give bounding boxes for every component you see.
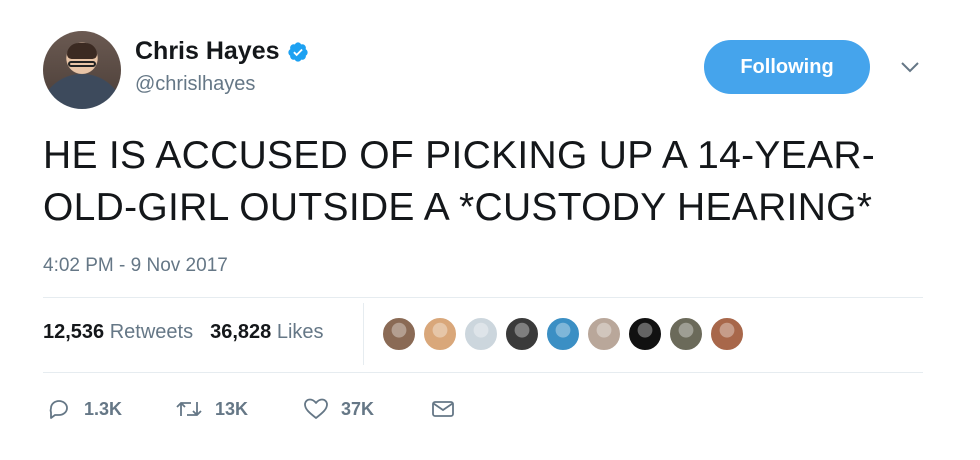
- likes-stat[interactable]: 36,828 Likes: [210, 321, 323, 344]
- chevron-down-icon[interactable]: [899, 59, 921, 75]
- liker-avatar[interactable]: [627, 316, 663, 352]
- liker-avatar[interactable]: [586, 316, 622, 352]
- author-name[interactable]: Chris Hayes: [135, 37, 280, 66]
- retweet-action[interactable]: 13K: [175, 398, 303, 420]
- retweet-count: 13K: [215, 398, 249, 419]
- liker-avatar[interactable]: [504, 316, 540, 352]
- stats-separator: [363, 303, 364, 365]
- liker-avatars: [381, 316, 745, 352]
- likes-label: Likes: [276, 321, 324, 343]
- liker-avatar[interactable]: [422, 316, 458, 352]
- retweets-count: 12,536: [43, 321, 105, 343]
- heart-icon: [304, 398, 328, 419]
- likes-count: 36,828: [210, 321, 272, 343]
- divider: [43, 372, 923, 373]
- like-action[interactable]: 37K: [303, 397, 431, 421]
- direct-message-action[interactable]: [431, 399, 455, 419]
- like-count: 37K: [341, 398, 375, 419]
- author-name-row[interactable]: Chris Hayes: [135, 37, 309, 66]
- liker-avatar[interactable]: [709, 316, 745, 352]
- reply-action[interactable]: 1.3K: [48, 397, 175, 421]
- liker-avatar[interactable]: [668, 316, 704, 352]
- retweets-label: Retweets: [109, 321, 194, 343]
- reply-icon: [49, 400, 68, 419]
- tweet-stats: 12,536 Retweets 36,828 Likes: [43, 321, 324, 344]
- tweet-text: HE IS ACCUSED OF PICKING UP A 14-YEAR- O…: [43, 130, 923, 234]
- verified-badge-icon: [287, 41, 308, 62]
- envelope-icon: [432, 401, 454, 417]
- tweet-text-line: OLD-GIRL OUTSIDE A *CUSTODY HEARING*: [43, 186, 873, 229]
- tweet-actions: 1.3K 13K 37K: [48, 397, 455, 421]
- liker-avatar[interactable]: [463, 316, 499, 352]
- tweet-text-line: HE IS ACCUSED OF PICKING UP A 14-YEAR-: [43, 134, 876, 177]
- reply-count: 1.3K: [84, 398, 123, 419]
- profile-avatar[interactable]: [43, 31, 121, 109]
- author-handle[interactable]: @chrislhayes: [135, 73, 255, 96]
- liker-avatar[interactable]: [545, 316, 581, 352]
- retweets-stat[interactable]: 12,536 Retweets: [43, 321, 193, 344]
- following-button[interactable]: Following: [704, 40, 870, 94]
- liker-avatar[interactable]: [381, 316, 417, 352]
- retweet-icon: [176, 402, 202, 416]
- divider: [43, 297, 923, 298]
- tweet-timestamp[interactable]: 4:02 PM - 9 Nov 2017: [43, 255, 228, 277]
